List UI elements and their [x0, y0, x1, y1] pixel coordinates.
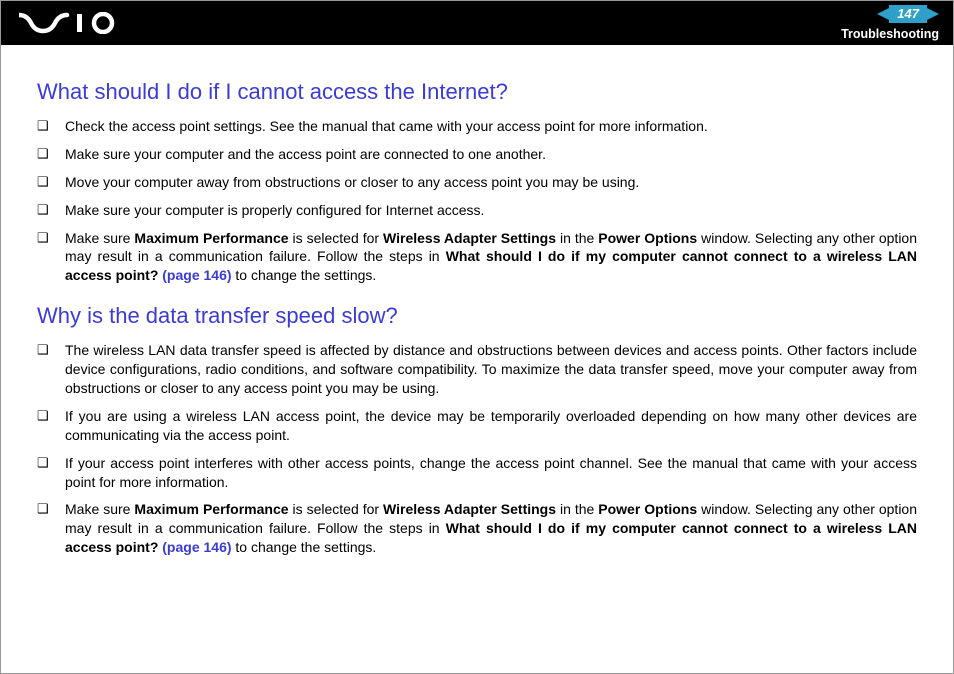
list-item: Make sure your computer is properly conf… [37, 201, 917, 220]
text: in the [556, 230, 598, 246]
bold-text: Power Options [598, 501, 697, 517]
next-page-arrow-icon[interactable] [927, 8, 939, 20]
page-link[interactable]: (page 146) [162, 267, 231, 283]
heading-transfer-speed-slow: Why is the data transfer speed slow? [37, 303, 917, 329]
list-internet-access: Check the access point settings. See the… [37, 117, 917, 285]
vaio-logo-svg [19, 12, 119, 34]
list-item: The wireless LAN data transfer speed is … [37, 341, 917, 398]
list-transfer-speed: The wireless LAN data transfer speed is … [37, 341, 917, 557]
section-label: Troubleshooting [841, 27, 939, 41]
page-link[interactable]: (page 146) [162, 539, 231, 555]
heading-cannot-access-internet: What should I do if I cannot access the … [37, 79, 917, 105]
bold-text: Wireless Adapter Settings [383, 501, 556, 517]
list-item: Make sure Maximum Performance is selecte… [37, 229, 917, 286]
text: is selected for [289, 501, 383, 517]
page: 147 Troubleshooting What should I do if … [0, 0, 954, 674]
bold-text: Maximum Performance [134, 501, 288, 517]
text: to change the settings. [232, 267, 377, 283]
text: Make sure [65, 501, 134, 517]
bold-text: Power Options [598, 230, 697, 246]
list-item: Move your computer away from obstruction… [37, 173, 917, 192]
text: Make sure [65, 230, 134, 246]
header-right: 147 Troubleshooting [841, 5, 939, 41]
prev-page-arrow-icon[interactable] [877, 8, 889, 20]
header-bar: 147 Troubleshooting [1, 1, 953, 45]
text: is selected for [289, 230, 383, 246]
list-item: If you are using a wireless LAN access p… [37, 407, 917, 445]
bold-text: Maximum Performance [134, 230, 288, 246]
list-item: Make sure Maximum Performance is selecte… [37, 500, 917, 557]
text: in the [556, 501, 598, 517]
list-item: If your access point interferes with oth… [37, 454, 917, 492]
bold-text: Wireless Adapter Settings [383, 230, 556, 246]
content-area: What should I do if I cannot access the … [1, 45, 953, 557]
list-item: Make sure your computer and the access p… [37, 145, 917, 164]
page-number-badge: 147 [889, 5, 927, 23]
page-navigation: 147 [877, 5, 939, 23]
vaio-logo [19, 12, 119, 34]
list-item: Check the access point settings. See the… [37, 117, 917, 136]
text: to change the settings. [232, 539, 377, 555]
